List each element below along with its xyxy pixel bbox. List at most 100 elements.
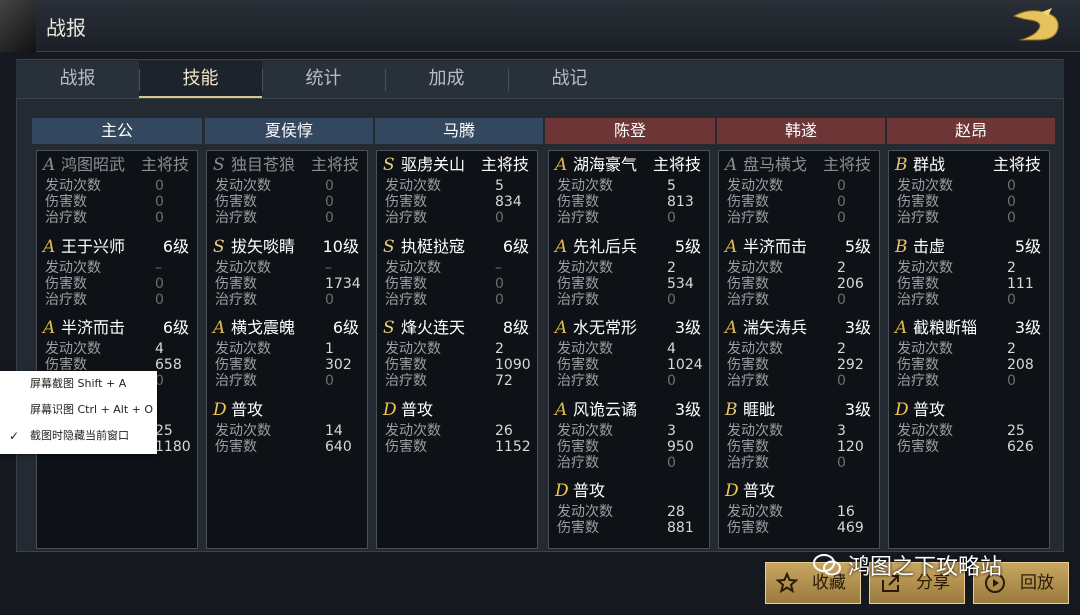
stat-label: 伤害数	[45, 275, 87, 292]
skill-level: 主将技	[140, 155, 189, 174]
stat-row: 发动次数 0	[719, 178, 879, 194]
skill-card[interactable]: A 横戈震魄 6级 发动次数 1 伤害数 302 治疗数 0	[207, 314, 367, 396]
replay-label: 回放	[1020, 573, 1054, 593]
stat-value: –	[325, 259, 332, 276]
stat-value: 0	[495, 210, 504, 226]
skill-grade: B	[895, 236, 908, 257]
stat-row: 治疗数 0	[719, 210, 879, 226]
skill-grade: A	[555, 155, 568, 175]
stat-label: 伤害数	[897, 194, 939, 210]
stat-value: 0	[155, 210, 164, 226]
menu-item-label: 屏幕识图 Ctrl + Alt + O	[30, 403, 154, 416]
skill-header: S 独目苍狼 主将技	[207, 151, 367, 178]
dragon-logo-icon[interactable]	[1008, 6, 1066, 46]
skill-card[interactable]: S 烽火连天 8级 发动次数 2 伤害数 1090 治疗数 72	[377, 314, 537, 396]
context-menu: 屏幕截图 Shift + A 屏幕识图 Ctrl + Alt + O ✓ 截图时隐…	[0, 371, 157, 454]
skill-name: 普攻	[743, 481, 776, 501]
tab-skills[interactable]: 技能	[139, 61, 262, 98]
skill-header: A 先礼后兵 5级	[549, 233, 709, 260]
skill-level: 主将技	[480, 155, 529, 174]
stat-value: 626	[1007, 438, 1034, 455]
general-skill-column: S 独目苍狼 主将技 发动次数 0 伤害数 0 治疗数 0 S 拔矢啖睛 10级 发动次数 – 伤害数 173…	[206, 150, 368, 549]
stat-row: 发动次数 –	[377, 260, 537, 276]
stat-value: 0	[667, 210, 676, 226]
stat-row: 发动次数 1	[207, 341, 367, 357]
stat-row: 伤害数 0	[37, 194, 197, 210]
skill-card[interactable]: S 驱虏关山 主将技 发动次数 5 伤害数 834 治疗数 0	[377, 151, 537, 233]
top-bar: 战报	[0, 0, 1080, 52]
skill-level: 3级	[844, 399, 871, 419]
skill-card[interactable]: A 湖海豪气 主将技 发动次数 5 伤害数 813 治疗数 0	[549, 151, 709, 233]
tab-statistics[interactable]: 统计	[262, 61, 385, 98]
stat-label: 治疗数	[727, 373, 769, 390]
skill-header: A 横戈震魄 6级	[207, 314, 367, 341]
menu-item-image-recognition[interactable]: 屏幕识图 Ctrl + Alt + O	[0, 397, 157, 423]
skill-card[interactable]: A 水无常形 3级 发动次数 4 伤害数 1024 治疗数 0	[549, 314, 709, 396]
skill-card[interactable]: B 群战 主将技 发动次数 0 伤害数 0 治疗数 0	[889, 151, 1049, 233]
stat-row: 发动次数 4	[549, 341, 709, 357]
skill-card[interactable]: A 风诡云谲 3级 发动次数 3 伤害数 950 治疗数 0	[549, 396, 709, 478]
stat-value: 1734	[325, 275, 361, 292]
general-name-header: 陈登	[545, 118, 715, 144]
skill-card[interactable]: A 盘马横戈 主将技 发动次数 0 伤害数 0 治疗数 0	[719, 151, 879, 233]
stat-row: 伤害数 0	[377, 276, 537, 292]
skill-header: D普攻	[889, 396, 1049, 423]
stat-label: 治疗数	[897, 373, 939, 390]
skill-name: 普攻	[913, 399, 946, 419]
stat-row: 发动次数 2	[549, 260, 709, 276]
skill-card[interactable]: D 普攻 发动次数 28 伤害数 881	[549, 477, 709, 559]
stat-row: 治疗数 0	[719, 373, 879, 389]
skill-card[interactable]: B 击虚 5级 发动次数 2 伤害数 111 治疗数 0	[889, 233, 1049, 315]
skill-card[interactable]: D 普攻 发动次数 25 伤害数 626	[889, 396, 1049, 478]
stat-label: 治疗数	[897, 291, 939, 308]
skill-card[interactable]: S 独目苍狼 主将技 发动次数 0 伤害数 0 治疗数 0	[207, 151, 367, 233]
skill-name: 驱虏关山	[401, 155, 466, 174]
stat-row: 发动次数 0	[207, 178, 367, 194]
skill-card[interactable]: S 拔矢啖睛 10级 发动次数 – 伤害数 1734 治疗数 0	[207, 233, 367, 315]
menu-item-hide-window[interactable]: ✓ 截图时隐藏当前窗口	[0, 423, 157, 449]
skill-card[interactable]: A 半济而击 5级 发动次数 2 伤害数 206 治疗数 0	[719, 233, 879, 315]
skill-name: 半济而击	[61, 318, 126, 338]
stat-label: 伤害数	[385, 438, 427, 455]
skill-card[interactable]: D 普攻 发动次数 26 伤害数 1152	[377, 396, 537, 478]
stat-value: 0	[325, 178, 334, 194]
skill-card[interactable]: A 湍矢涛兵 3级 发动次数 2 伤害数 292 治疗数 0	[719, 314, 879, 396]
tab-bonus[interactable]: 加成	[385, 61, 508, 98]
skill-card[interactable]: S 执梃挞寇 6级 发动次数 – 伤害数 0 治疗数 0	[377, 233, 537, 315]
stat-value: 28	[667, 504, 685, 521]
stat-row: 发动次数 2	[377, 341, 537, 357]
skill-grade: S	[383, 318, 395, 339]
stat-value: 0	[155, 275, 164, 292]
stat-label: 伤害数	[385, 357, 427, 374]
stat-value: 4	[155, 341, 164, 358]
stat-value: 0	[325, 194, 334, 210]
stat-value: 111	[1007, 275, 1034, 292]
skill-header: A 风诡云谲 3级	[549, 396, 709, 423]
stat-label: 治疗数	[727, 210, 769, 226]
stat-row: 治疗数 0	[207, 292, 367, 308]
menu-item-screenshot[interactable]: 屏幕截图 Shift + A	[0, 371, 157, 397]
stat-label: 治疗数	[215, 373, 257, 390]
stat-label: 伤害数	[215, 275, 257, 292]
skill-grade: A	[43, 155, 56, 175]
skill-card[interactable]: B 睚眦 3级 发动次数 3 伤害数 120 治疗数 0	[719, 396, 879, 478]
tab-battle-log[interactable]: 战记	[508, 61, 631, 98]
skill-card[interactable]: A 王于兴师 6级 发动次数 – 伤害数 0 治疗数 0	[37, 233, 197, 315]
tab-battle-report[interactable]: 战报	[16, 61, 139, 98]
stat-value: 2	[495, 341, 504, 358]
skill-card[interactable]: A 鸿图昭武 主将技 发动次数 0 伤害数 0 治疗数 0	[37, 151, 197, 233]
stat-row: 发动次数 4	[37, 341, 197, 357]
skill-grade: A	[725, 236, 738, 257]
skill-name: 独目苍狼	[231, 155, 296, 174]
stat-label: 发动次数	[45, 178, 101, 194]
skill-header: B 击虚 5级	[889, 233, 1049, 260]
skill-card[interactable]: D 普攻 发动次数 16 伤害数 469	[719, 477, 879, 559]
stat-value: 1024	[667, 357, 703, 374]
skill-card[interactable]: A 先礼后兵 5级 发动次数 2 伤害数 534 治疗数 0	[549, 233, 709, 315]
skill-card[interactable]: D 普攻 发动次数 14 伤害数 640	[207, 396, 367, 478]
stat-value: 0	[155, 194, 164, 210]
skill-card[interactable]: A 截粮断辎 3级 发动次数 2 伤害数 208 治疗数 0	[889, 314, 1049, 396]
stat-value: 534	[667, 275, 694, 292]
skill-name: 普攻	[401, 399, 434, 419]
stat-row: 发动次数 16	[719, 504, 879, 520]
